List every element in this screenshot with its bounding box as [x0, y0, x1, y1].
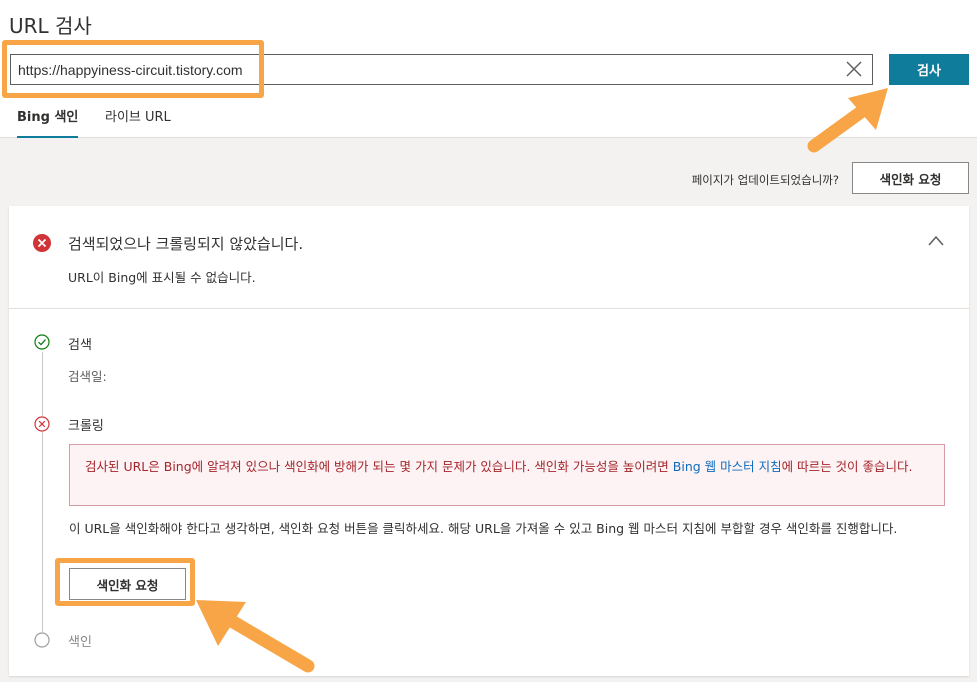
crawl-alert: 검사된 URL은 Bing에 알려져 있으나 색인화에 방해가 되는 몇 가지 … [69, 444, 945, 506]
timeline-line [42, 352, 43, 634]
url-input-box[interactable] [10, 54, 873, 85]
url-input[interactable] [11, 55, 831, 84]
status-title: 검색되었으나 크롤링되지 않았습니다. [68, 235, 304, 253]
alert-text-end: 에 따르는 것이 좋습니다. [781, 459, 913, 474]
check-circle-icon [34, 334, 50, 350]
step-crawl-label: 크롤링 [68, 419, 104, 434]
top-panel: URL 검사 검사 Bing 색인 라이브 URL [0, 0, 977, 138]
status-card: 검색되었으나 크롤링되지 않았습니다. URL이 Bing에 표시될 수 없습니… [9, 206, 969, 676]
pending-circle-icon [34, 632, 50, 648]
info-text: 이 URL을 색인화해야 한다고 생각하면, 색인화 요청 버튼을 클릭하세요.… [69, 521, 898, 536]
request-indexing-button[interactable]: 색인화 요청 [69, 568, 186, 600]
step-discovery-date: 검색일: [68, 369, 107, 384]
step-index-label: 색인 [68, 635, 92, 650]
status-header: 검색되었으나 크롤링되지 않았습니다. URL이 Bing에 표시될 수 없습니… [9, 206, 969, 309]
update-question: 페이지가 업데이트되었습니까? [691, 173, 839, 187]
chevron-up-icon[interactable] [927, 234, 945, 248]
page-title: URL 검사 [9, 14, 92, 38]
tab-live-url[interactable]: 라이브 URL [105, 106, 171, 138]
step-discovery-label: 검색 [68, 338, 92, 353]
close-icon[interactable] [846, 61, 862, 77]
tab-bing-index[interactable]: Bing 색인 [17, 106, 79, 138]
error-icon [33, 234, 51, 252]
search-button[interactable]: 검사 [889, 54, 969, 85]
status-subtitle: URL이 Bing에 표시될 수 없습니다. [68, 270, 256, 285]
request-indexing-button-top[interactable]: 색인화 요청 [852, 162, 969, 194]
error-circle-icon [34, 416, 50, 432]
alert-text: 검사된 URL은 Bing에 알려져 있으나 색인화에 방해가 되는 몇 가지 … [85, 459, 673, 474]
webmaster-guidelines-link[interactable]: Bing 웹 마스터 지침 [673, 459, 782, 474]
